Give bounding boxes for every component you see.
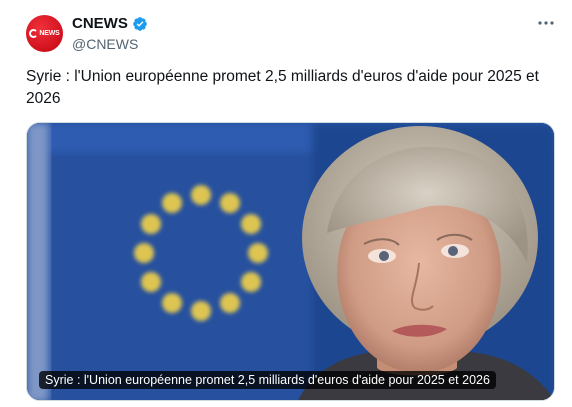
cnews-logo-icon: NEWS: [29, 29, 60, 38]
verified-badge-icon: [133, 16, 147, 31]
tweet-text: Syrie : l'Union européenne promet 2,5 mi…: [26, 68, 539, 107]
avatar[interactable]: NEWS: [26, 15, 63, 52]
more-options-button[interactable]: [535, 14, 557, 32]
media-photo: [27, 123, 554, 400]
media-caption: Syrie : l'Union européenne promet 2,5 mi…: [39, 371, 496, 389]
tweet-footer-edge: [26, 403, 66, 407]
tweet-card: NEWS CNEWS @CNEWS Syrie : l'Union europé…: [0, 0, 572, 407]
author-name[interactable]: CNEWS: [72, 15, 128, 32]
author-name-row[interactable]: CNEWS: [72, 15, 148, 32]
author-handle[interactable]: @CNEWS: [72, 36, 138, 52]
more-horizontal-icon: [538, 21, 554, 25]
tweet-media-image[interactable]: Syrie : l'Union européenne promet 2,5 mi…: [26, 122, 555, 401]
